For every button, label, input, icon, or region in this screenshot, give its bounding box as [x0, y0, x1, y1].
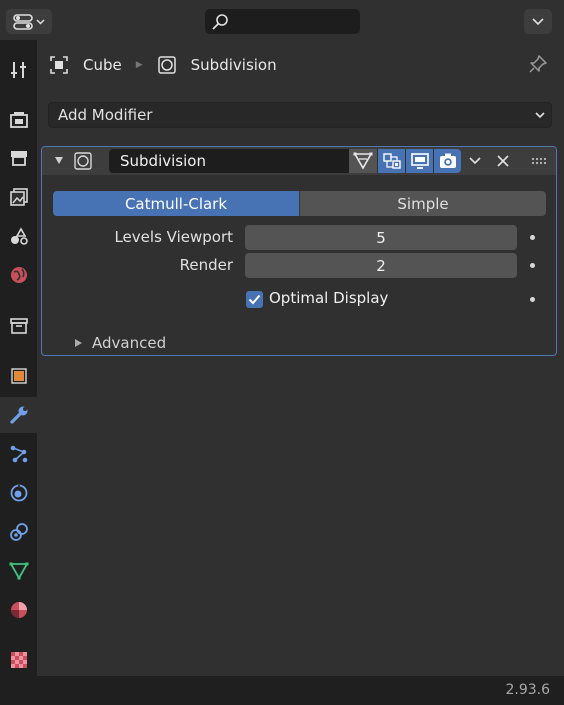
search-icon	[212, 13, 228, 30]
on-cage-icon	[382, 153, 401, 169]
render-toggle[interactable]	[433, 149, 461, 173]
material-icon	[10, 602, 27, 618]
collection-icon	[9, 318, 28, 334]
breadcrumb-separator-icon: ▶	[135, 60, 143, 70]
remove-modifier-button[interactable]	[490, 149, 516, 173]
add-modifier-dropdown[interactable]: Add Modifier	[48, 102, 552, 128]
view-layer-icon	[9, 188, 28, 206]
tab-object-data[interactable]	[0, 553, 37, 589]
checkmark-icon	[248, 294, 261, 305]
chevron-down-icon	[36, 18, 45, 25]
algorithm-option-simple[interactable]: Simple	[299, 191, 546, 216]
tab-physics[interactable]	[0, 475, 37, 511]
properties-tab-strip	[0, 40, 37, 676]
subdivision-modifier-icon	[157, 56, 176, 74]
object-data-icon	[8, 562, 29, 580]
render-icon	[9, 112, 28, 128]
physics-icon	[10, 484, 27, 502]
tab-modifiers[interactable]	[0, 397, 37, 433]
on-cage-toggle[interactable]	[377, 149, 405, 173]
subdivision-modifier-panel: Subdivision Catmull-Clark Simple Levels …	[41, 146, 557, 356]
chevron-down-icon	[469, 157, 481, 165]
particles-icon	[10, 445, 27, 463]
collapse-triangle-icon[interactable]	[54, 155, 64, 165]
subdivision-algorithm-selector: Catmull-Clark Simple	[53, 191, 546, 216]
modifier-panel-header: Subdivision	[42, 147, 556, 175]
render-levels-label: Render	[179, 256, 233, 274]
advanced-label: Advanced	[92, 334, 167, 352]
monitor-icon	[410, 153, 429, 169]
animate-property-dot[interactable]	[530, 263, 535, 268]
tab-object[interactable]	[0, 358, 37, 394]
tab-tool[interactable]	[0, 52, 37, 88]
render-levels-field[interactable]: 2	[245, 253, 517, 278]
search-input[interactable]	[205, 9, 360, 34]
breadcrumb-object-name: Cube	[83, 56, 122, 74]
camera-icon	[439, 153, 456, 168]
optimal-display-checkbox[interactable]	[246, 291, 263, 308]
edit-mode-icon	[353, 152, 373, 170]
tool-icon	[10, 62, 26, 78]
pin-button[interactable]	[528, 54, 548, 78]
tab-render[interactable]	[0, 102, 37, 138]
tab-output[interactable]	[0, 140, 37, 176]
tab-material[interactable]	[0, 592, 37, 628]
edit-mode-toggle[interactable]	[349, 149, 377, 173]
close-icon	[497, 155, 509, 167]
version-label: 2.93.6	[505, 682, 550, 698]
properties-editor-icon	[13, 13, 33, 30]
levels-viewport-field[interactable]: 5	[245, 225, 517, 250]
properties-main-area: Cube ▶ Subdivision Add Modifier Subdivis…	[37, 40, 564, 676]
editor-type-button[interactable]	[6, 9, 52, 34]
modifier-name-field[interactable]: Subdivision	[109, 149, 349, 173]
tab-view-layer[interactable]	[0, 179, 37, 215]
tab-scene[interactable]	[0, 218, 37, 254]
optimal-display-label: Optimal Display	[269, 289, 389, 307]
subdivision-modifier-icon	[74, 152, 92, 170]
properties-header	[0, 0, 564, 40]
algorithm-option-catmull-clark[interactable]: Catmull-Clark	[53, 191, 299, 216]
tab-constraints[interactable]	[0, 514, 37, 550]
options-dropdown-button[interactable]	[524, 9, 552, 34]
modifier-wrench-icon	[9, 406, 27, 424]
tab-particles[interactable]	[0, 436, 37, 472]
modifier-extra-dropdown-button[interactable]	[462, 149, 488, 173]
output-icon	[10, 151, 27, 166]
grip-icon	[531, 157, 547, 165]
animate-property-dot[interactable]	[530, 235, 535, 240]
chevron-down-icon	[532, 17, 544, 25]
advanced-subpanel-toggle[interactable]: Advanced	[73, 334, 166, 352]
realtime-viewport-toggle[interactable]	[405, 149, 433, 173]
breadcrumb-modifier-name: Subdivision	[190, 56, 277, 74]
add-modifier-label: Add Modifier	[58, 106, 153, 124]
object-icon	[50, 56, 68, 74]
world-icon	[10, 267, 27, 283]
scene-icon	[10, 227, 28, 245]
drag-handle[interactable]	[526, 149, 552, 173]
levels-viewport-label: Levels Viewport	[114, 228, 233, 246]
tab-world[interactable]	[0, 257, 37, 293]
constraints-icon	[9, 523, 28, 541]
status-bar: 2.93.6	[0, 676, 564, 705]
breadcrumb: Cube ▶ Subdivision	[49, 52, 277, 78]
texture-icon	[10, 652, 27, 668]
object-icon	[10, 368, 27, 384]
tab-collection[interactable]	[0, 308, 37, 344]
animate-property-dot[interactable]	[530, 297, 535, 302]
expand-triangle-icon	[75, 339, 82, 347]
tab-texture[interactable]	[0, 642, 37, 678]
pin-icon	[529, 55, 547, 73]
chevron-down-icon	[535, 112, 545, 119]
